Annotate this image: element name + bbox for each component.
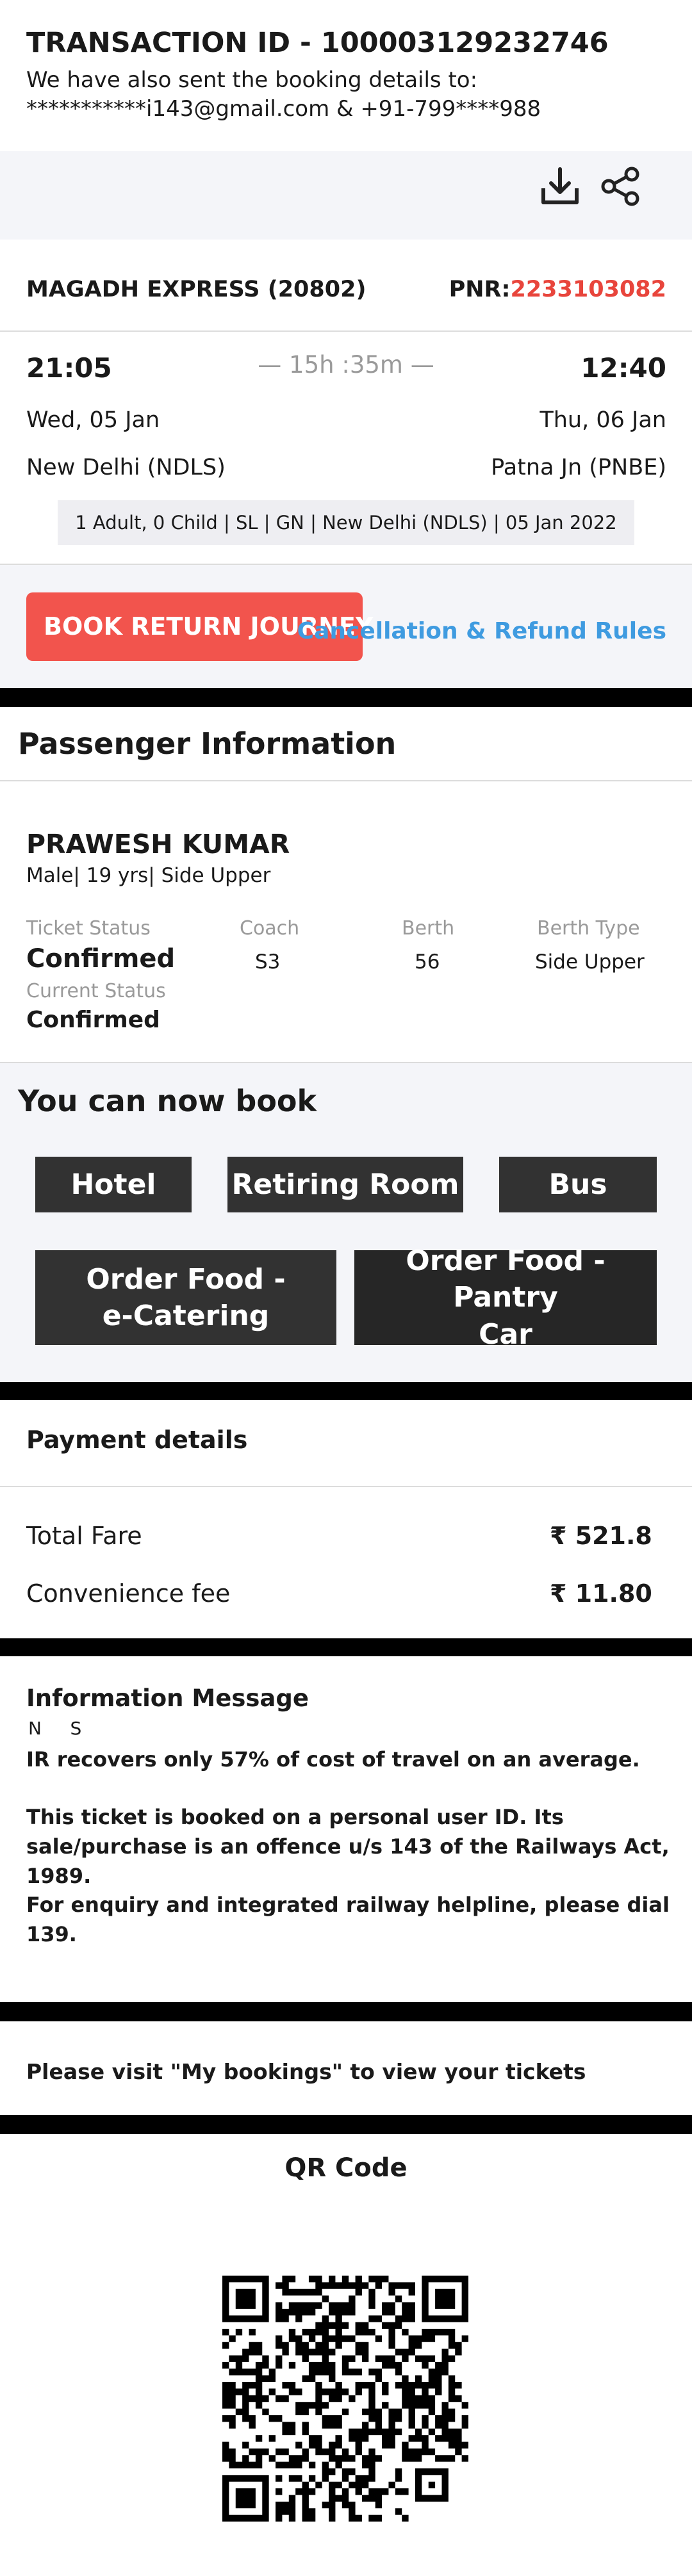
qr-finder-pattern <box>222 2475 269 2522</box>
information-title: Information Message <box>26 1684 309 1712</box>
to-station: Patna Jn (PNBE) <box>491 455 666 480</box>
share-icon[interactable] <box>600 165 642 208</box>
hotel-button[interactable]: Hotel <box>35 1157 192 1212</box>
separator <box>0 2115 692 2134</box>
separator <box>0 1382 692 1400</box>
label-line: e-Catering <box>102 1300 270 1332</box>
passenger-section-title: Passenger Information <box>18 726 397 761</box>
transaction-id: TRANSACTION ID - 100003129232746 <box>26 27 609 59</box>
divider <box>0 564 692 565</box>
berth-type-label: Berth Type <box>537 917 640 940</box>
pnr-value: 2233103082 <box>510 277 666 302</box>
divider <box>0 1486 692 1487</box>
order-food-pantry-label: Order Food - Pantry Car <box>354 1243 657 1353</box>
departure-date: Wed, 05 Jan <box>26 407 160 433</box>
arrival-date: Thu, 06 Jan <box>540 407 666 433</box>
passenger-name: PRAWESH KUMAR <box>26 829 290 860</box>
qr-finder-pattern <box>415 2468 449 2502</box>
convenience-fee-value: ₹ 11.80 <box>550 1579 652 1608</box>
my-bookings-note: Please visit "My bookings" to view your … <box>26 2059 586 2084</box>
retiring-room-button[interactable]: Retiring Room <box>227 1157 463 1212</box>
payment-title: Payment details <box>26 1426 248 1454</box>
label-line: Car <box>479 1317 532 1351</box>
label-line: Order Food - <box>86 1262 286 1296</box>
pnr-label: PNR: <box>449 277 511 302</box>
total-fare-label: Total Fare <box>26 1522 142 1550</box>
bus-button[interactable]: Bus <box>499 1157 657 1212</box>
order-food-ecatering-label: Order Food - e-Catering <box>86 1261 285 1334</box>
hotel-label: Hotel <box>70 1168 156 1201</box>
passenger-details: Male| 19 yrs| Side Upper <box>26 864 271 887</box>
info-ns-label: N S <box>28 1718 82 1739</box>
sent-details-line: We have also sent the booking details to… <box>26 67 478 93</box>
info-message-sale: This ticket is booked on a personal user… <box>26 1805 670 1888</box>
coach-label: Coach <box>240 917 300 940</box>
qr-finder-pattern <box>422 2276 468 2322</box>
arrival-time: 12:40 <box>581 352 666 384</box>
total-fare-value: ₹ 521.8 <box>550 1522 652 1550</box>
retiring-room-label: Retiring Room <box>231 1168 459 1201</box>
from-station: New Delhi (NDLS) <box>26 455 226 480</box>
qr-finder-pattern <box>222 2276 269 2322</box>
qr-code-image <box>222 2276 468 2522</box>
action-toolbar <box>0 151 692 240</box>
bus-label: Bus <box>548 1168 607 1201</box>
download-icon[interactable] <box>540 165 581 209</box>
current-status-label: Current Status <box>26 980 166 1002</box>
current-status: Confirmed <box>26 1007 160 1033</box>
book-now-title: You can now book <box>18 1084 317 1118</box>
divider <box>0 780 692 781</box>
ticket-status: Confirmed <box>26 944 176 974</box>
separator <box>0 2002 692 2021</box>
ticket-status-label: Ticket Status <box>26 917 151 940</box>
divider <box>0 330 692 332</box>
convenience-fee-label: Convenience fee <box>26 1579 231 1608</box>
berth-type-value: Side Upper <box>535 950 645 974</box>
berth-value: 56 <box>415 950 440 974</box>
berth-label: Berth <box>402 917 455 940</box>
train-number: (20802) <box>267 277 367 302</box>
info-message-cost: IR recovers only 57% of cost of travel o… <box>26 1747 640 1772</box>
sent-contact-line: ***********i143@gmail.com & +91-799****9… <box>26 96 541 122</box>
order-food-pantry-button[interactable]: Order Food - Pantry Car <box>354 1244 657 1351</box>
order-food-ecatering-button[interactable]: Order Food - e-Catering <box>35 1250 336 1345</box>
booking-summary: 1 Adult, 0 Child | SL | GN | New Delhi (… <box>58 500 634 545</box>
separator <box>0 1638 692 1656</box>
coach-value: S3 <box>255 950 281 974</box>
separator <box>0 688 692 707</box>
qr-title: QR Code <box>284 2153 408 2183</box>
qr-code <box>222 2276 468 2522</box>
train-name: MAGADH EXPRESS (20802) <box>26 277 366 302</box>
label-line: Order Food - Pantry <box>406 1244 606 1314</box>
info-message-helpline: For enquiry and integrated railway helpl… <box>26 1893 670 1946</box>
train-name-text: MAGADH EXPRESS <box>26 277 260 302</box>
divider <box>0 1062 692 1063</box>
pnr: PNR:2233103082 <box>449 277 666 302</box>
cancellation-refund-link[interactable]: Cancellation & Refund Rules <box>297 618 666 644</box>
